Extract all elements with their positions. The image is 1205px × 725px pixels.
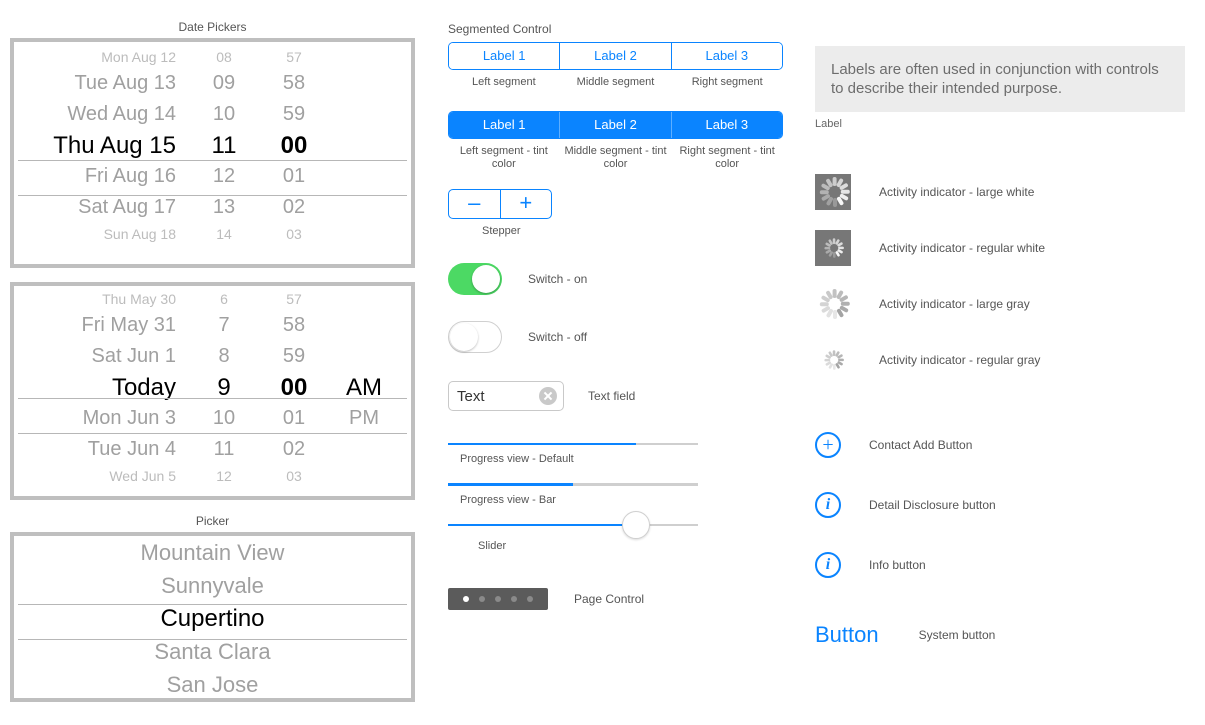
date-pickers-title: Date Pickers xyxy=(10,20,415,34)
page-control[interactable] xyxy=(448,588,548,610)
dp1-row: Tue Aug 130958 xyxy=(14,68,411,99)
detail-disclosure-caption: Detail Disclosure button xyxy=(869,498,996,512)
switch-on-caption: Switch - on xyxy=(528,272,587,286)
picker-row: Santa Clara xyxy=(14,635,411,668)
picker-row: Mountain View xyxy=(14,536,411,569)
detail-disclosure-button[interactable]: i xyxy=(815,492,841,518)
dp2-row: Mon Jun 31001PM xyxy=(14,403,411,434)
dp2-row: Fri May 31758 xyxy=(14,310,411,341)
clear-icon[interactable] xyxy=(539,387,557,405)
segment-left[interactable]: Label 1 xyxy=(449,43,560,69)
dp1-row: Mon Aug 120857 xyxy=(14,46,411,68)
slider-caption: Slider xyxy=(478,540,793,552)
system-button[interactable]: Button xyxy=(815,622,879,648)
page-dot[interactable] xyxy=(495,596,501,602)
stepper-caption: Stepper xyxy=(482,225,793,237)
page-dot[interactable] xyxy=(527,596,533,602)
segment-right[interactable]: Label 3 xyxy=(672,43,782,69)
dp1-row: Sat Aug 171302 xyxy=(14,192,411,223)
segment-middle[interactable]: Label 2 xyxy=(560,43,671,69)
segmented-control-tinted[interactable]: Label 1 Label 2 Label 3 xyxy=(448,111,783,139)
text-field-caption: Text field xyxy=(588,389,635,403)
dp2-row: Wed Jun 51203 xyxy=(14,465,411,487)
segmented-control-plain[interactable]: Label 1 Label 2 Label 3 xyxy=(448,42,783,70)
switch-off[interactable] xyxy=(448,321,502,353)
system-button-caption: System button xyxy=(919,628,996,642)
label-caption: Label xyxy=(815,118,1185,130)
page-control-caption: Page Control xyxy=(574,592,644,606)
activity-indicator-regular-white-icon xyxy=(815,230,851,266)
activity-indicator-large-white-icon xyxy=(815,174,851,210)
activity-indicator-regular-gray-icon xyxy=(815,342,851,378)
segment-middle[interactable]: Label 2 xyxy=(560,112,671,138)
info-caption: Info button xyxy=(869,558,926,572)
contact-add-caption: Contact Add Button xyxy=(869,438,972,452)
simple-picker[interactable]: Mountain View Sunnyvale Cupertino Santa … xyxy=(10,532,415,702)
progress-default xyxy=(448,443,698,445)
activity-caption: Activity indicator - regular white xyxy=(879,241,1045,255)
dp1-row: Sun Aug 181403 xyxy=(14,223,411,245)
segment-left[interactable]: Label 1 xyxy=(449,112,560,138)
progress-bar xyxy=(448,483,698,486)
contact-add-button[interactable]: + xyxy=(815,432,841,458)
picker-row: San Jose xyxy=(14,668,411,701)
stepper-minus[interactable]: – xyxy=(449,190,501,218)
activity-caption: Activity indicator - regular gray xyxy=(879,353,1040,367)
switch-off-caption: Switch - off xyxy=(528,330,587,344)
dp2-row-selected: Today900AM xyxy=(14,372,411,403)
picker-title: Picker xyxy=(10,514,415,528)
picker-row-selected: Cupertino xyxy=(14,602,411,635)
page-dot[interactable] xyxy=(479,596,485,602)
segment-caption: Middle segment xyxy=(560,76,672,89)
activity-indicator-large-gray-icon xyxy=(815,286,851,322)
segment-caption: Right segment - tint color xyxy=(671,145,783,171)
segment-caption: Right segment xyxy=(671,76,783,89)
slider[interactable] xyxy=(448,524,698,526)
dp1-row: Wed Aug 141059 xyxy=(14,99,411,130)
text-field[interactable]: Text xyxy=(448,381,564,411)
switch-on[interactable] xyxy=(448,263,502,295)
dp2-row: Tue Jun 41102 xyxy=(14,434,411,465)
date-picker-2[interactable]: Thu May 30657 Fri May 31758 Sat Jun 1859… xyxy=(10,282,415,500)
date-picker-1[interactable]: Mon Aug 120857 Tue Aug 130958 Wed Aug 14… xyxy=(10,38,415,268)
page-dot[interactable] xyxy=(511,596,517,602)
stepper[interactable]: – + xyxy=(448,189,552,219)
label-example: Labels are often used in conjunction wit… xyxy=(815,46,1185,112)
text-field-value: Text xyxy=(457,388,485,405)
activity-caption: Activity indicator - large white xyxy=(879,185,1034,199)
picker-row: Sunnyvale xyxy=(14,569,411,602)
segment-caption: Middle segment - tint color xyxy=(560,145,672,171)
dp2-row: Thu May 30657 xyxy=(14,288,411,310)
dp1-row: Fri Aug 161201 xyxy=(14,161,411,192)
stepper-plus[interactable]: + xyxy=(501,190,552,218)
dp1-row-selected: Thu Aug 151100 xyxy=(14,130,411,161)
progress-default-caption: Progress view - Default xyxy=(460,453,793,465)
segment-right[interactable]: Label 3 xyxy=(672,112,782,138)
segment-caption: Left segment - tint color xyxy=(448,145,560,171)
activity-caption: Activity indicator - large gray xyxy=(879,297,1030,311)
segmented-title: Segmented Control xyxy=(448,22,793,36)
dp2-row: Sat Jun 1859 xyxy=(14,341,411,372)
progress-bar-caption: Progress view - Bar xyxy=(460,494,793,506)
page-dot[interactable] xyxy=(463,596,469,602)
segment-caption: Left segment xyxy=(448,76,560,89)
info-button[interactable]: i xyxy=(815,552,841,578)
